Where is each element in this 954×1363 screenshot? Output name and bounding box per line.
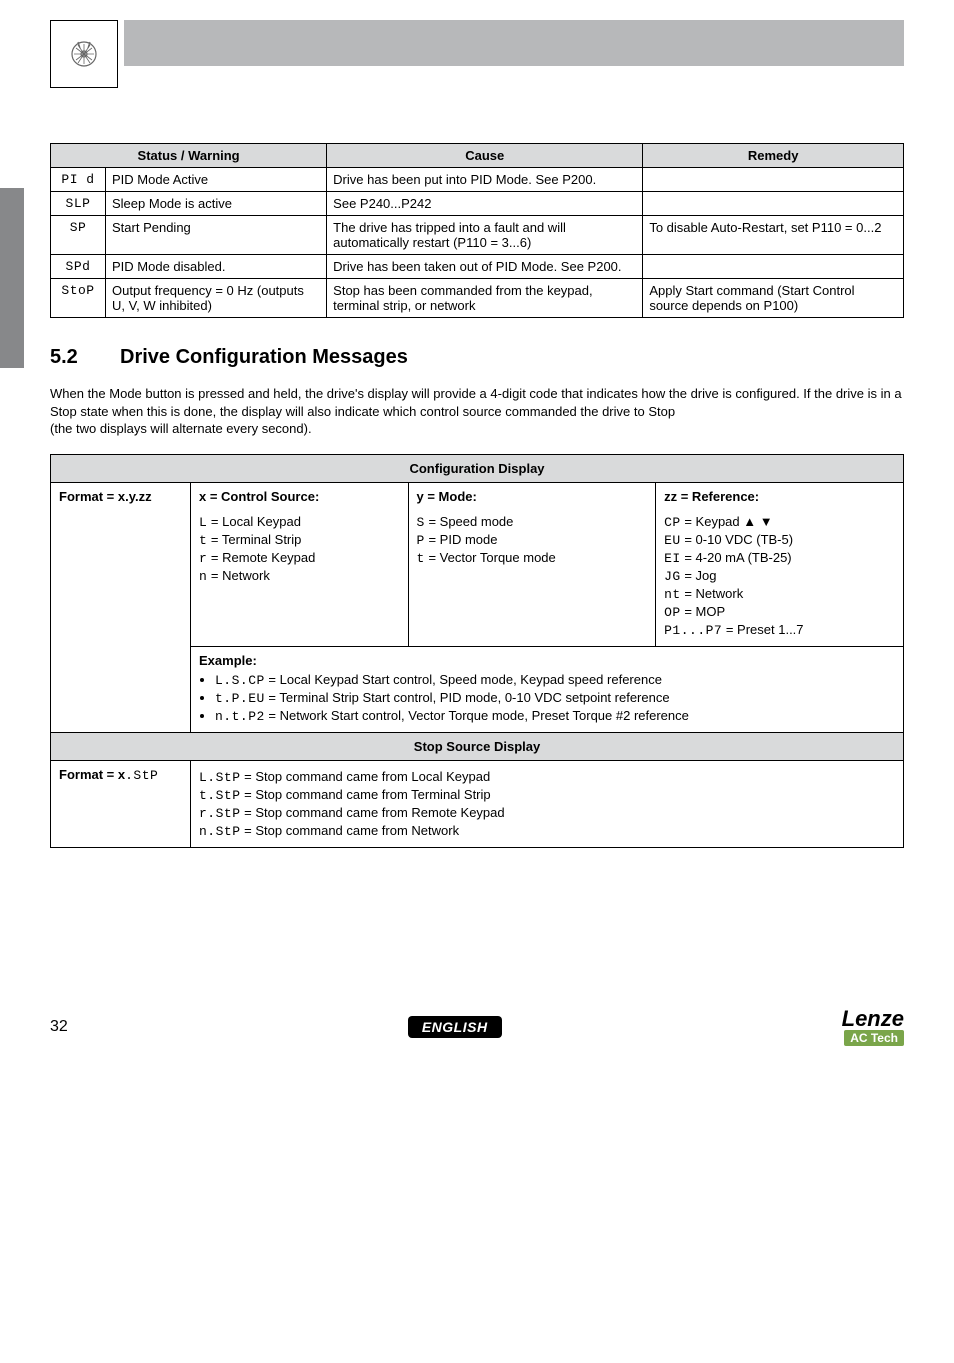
page-number: 32 — [50, 1018, 68, 1036]
stop-format-label: Format = x.StP — [51, 760, 191, 847]
language-badge: ENGLISH — [408, 1016, 502, 1038]
table-row: SP Start Pending The drive has tripped i… — [51, 216, 904, 255]
format-label: Format = x.y.zz — [51, 482, 191, 732]
table-row: SLP Sleep Mode is active See P240...P242 — [51, 192, 904, 216]
troubleshooting-icon — [50, 20, 118, 88]
header-bar — [50, 20, 904, 88]
col-status-warning: Status / Warning — [51, 144, 327, 168]
example-cell: Example: L.S.CP = Local Keypad Start con… — [191, 646, 904, 732]
table-row: PI d PID Mode Active Drive has been put … — [51, 168, 904, 192]
stop-source-header: Stop Source Display — [51, 732, 904, 760]
col-remedy: Remedy — [643, 144, 904, 168]
stop-items-cell: L.StP = Stop command came from Local Key… — [191, 760, 904, 847]
page-footer: 32 ENGLISH Lenze AC Tech — [50, 1008, 904, 1046]
table-row: StoP Output frequency = 0 Hz (outputs U,… — [51, 279, 904, 318]
table-row: SPd PID Mode disabled. Drive has been ta… — [51, 255, 904, 279]
section-heading: 5.2Drive Configuration Messages — [50, 346, 904, 369]
z-header: zz = Reference: — [664, 489, 895, 504]
config-display-header: Configuration Display — [51, 454, 904, 482]
brand-logo: Lenze AC Tech — [842, 1008, 904, 1046]
section-tab — [0, 188, 24, 368]
x-header: x = Control Source: — [199, 489, 400, 504]
y-header: y = Mode: — [417, 489, 648, 504]
col-cause: Cause — [327, 144, 643, 168]
section-paragraph: When the Mode button is pressed and held… — [50, 385, 904, 438]
status-warning-table: Status / Warning Cause Remedy PI d PID M… — [50, 143, 904, 318]
configuration-display-table: Configuration Display Format = x.y.zz x … — [50, 454, 904, 848]
